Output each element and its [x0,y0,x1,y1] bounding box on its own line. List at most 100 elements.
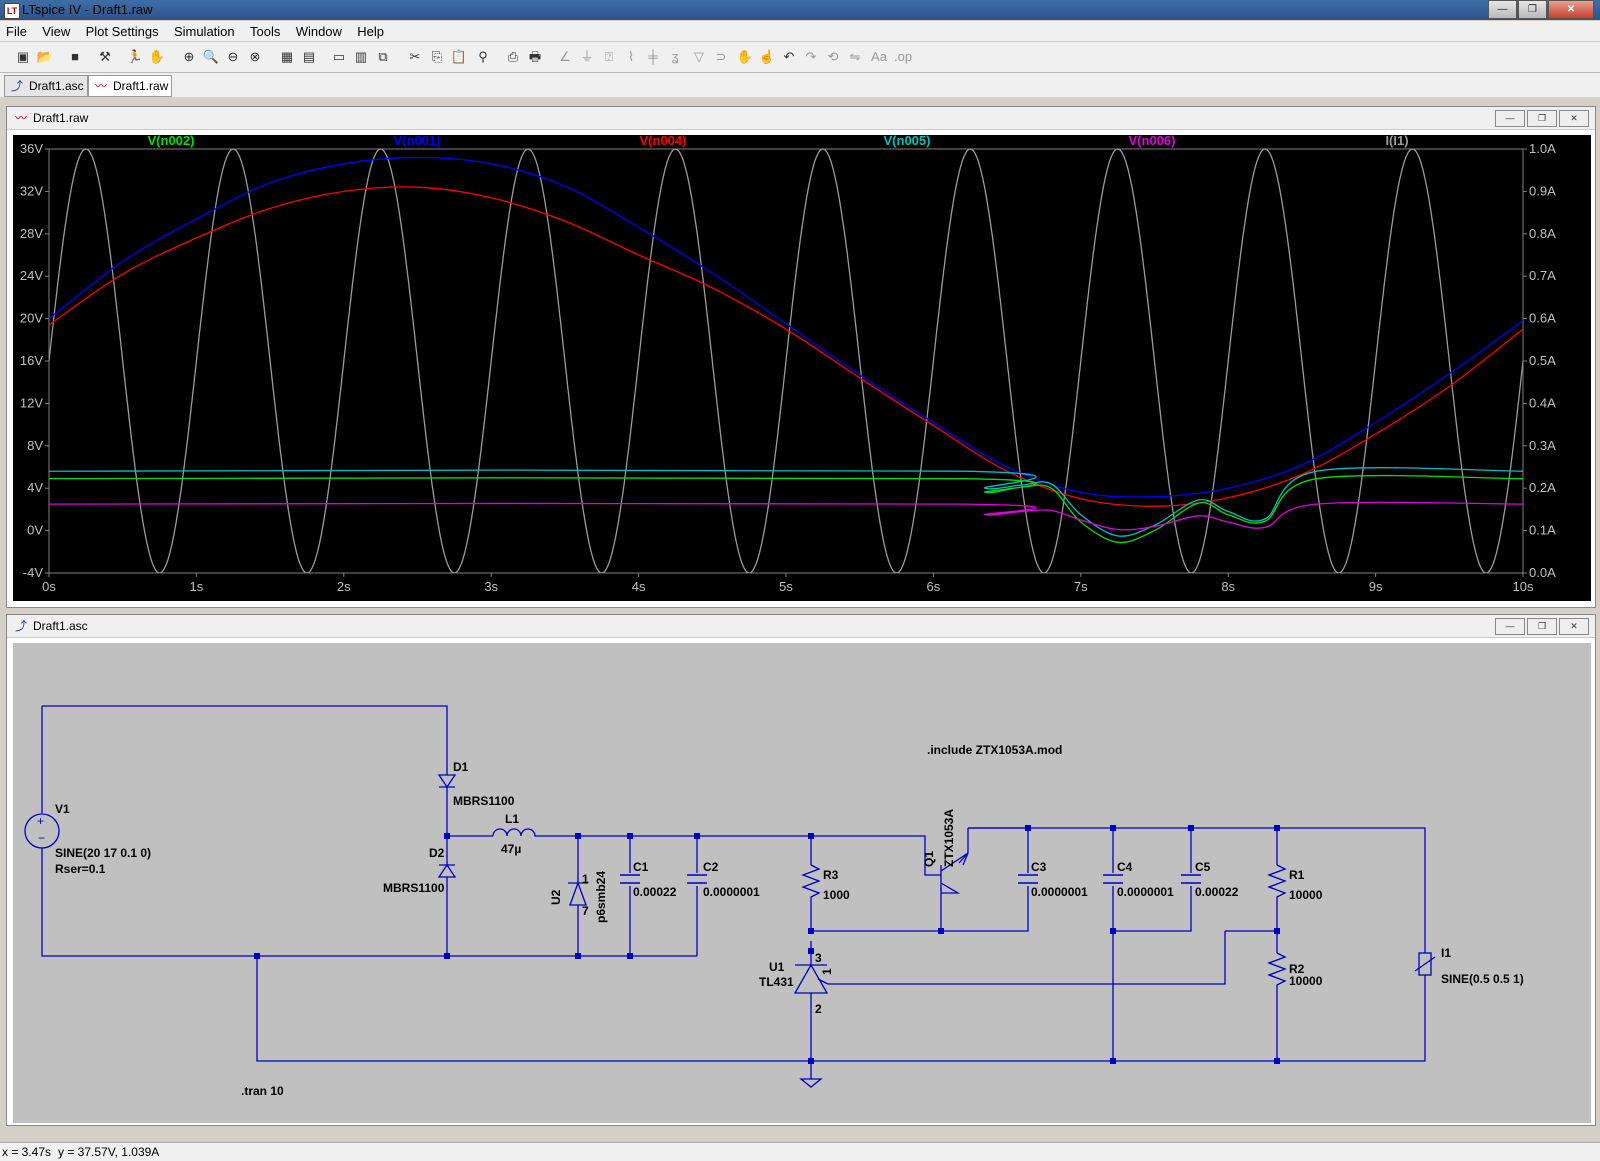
schematic-canvas[interactable]: +− V1 SINE(20 17 0.1 0) Rser=0.1 D1 MBRS… [13,643,1591,1123]
move-icon[interactable]: ✋ [736,48,754,66]
y-left-tick-label: 28V [20,226,43,241]
label-tran-directive[interactable]: .tran 10 [241,1084,284,1098]
close-button[interactable]: ✕ [1548,0,1594,19]
capacitor-c3[interactable] [1018,874,1038,884]
label-c3-value: 0.0000001 [1031,885,1088,899]
drag-icon[interactable]: ☝ [758,48,776,66]
waveform-restore-button[interactable]: ❐ [1527,110,1557,127]
menu-plot-settings[interactable]: Plot Settings [80,21,165,39]
inductor-icon[interactable]: ʓ [666,48,684,66]
component-icon[interactable]: ⊃ [712,48,730,66]
y-left-tick-label: 32V [20,183,43,198]
waveform-icon: 〰 [94,79,107,93]
x-tick-label: 4s [632,579,646,594]
capacitor-c1[interactable] [620,874,640,884]
resistor-r3[interactable] [801,864,821,901]
cut-icon[interactable]: ✂ [406,48,424,66]
tab-draft1-asc[interactable]: ⤴ Draft1.asc [4,75,88,97]
capacitor-c4[interactable] [1103,874,1123,884]
diode-icon[interactable]: ▽ [690,48,708,66]
spice-directive-icon[interactable]: .op [894,48,912,66]
menu-window[interactable]: Window [290,21,348,39]
print-icon[interactable]: 🖶 [526,48,544,66]
title-bar: LT LTspice IV - Draft1.raw — ❐ ✕ [0,0,1600,20]
legend-vn005: V(n005) [884,135,931,148]
label-u2-name: U2 [549,889,563,905]
label-r1-name: R1 [1289,868,1305,882]
resistor-r1[interactable] [1267,864,1287,901]
minimize-button[interactable]: — [1488,0,1517,19]
capacitor-c2[interactable] [687,874,707,884]
save-icon[interactable]: ■ [66,48,84,66]
label-l1-name: L1 [505,812,519,826]
label-i1-value: SINE(0.5 0.5 1) [1441,972,1524,986]
copy-icon[interactable]: ⎘ [428,48,446,66]
schematic-close-button[interactable]: ✕ [1559,618,1589,635]
mirror-icon[interactable]: ⇋ [846,48,864,66]
menu-tools[interactable]: Tools [244,21,286,39]
zoom-area-icon[interactable]: 🔍 [202,48,220,66]
control-panel-icon[interactable]: ⚒ [96,48,114,66]
shunt-regulator-u1[interactable] [793,961,829,994]
wire-icon[interactable]: ∠ [556,48,574,66]
zoom-out-icon[interactable]: ⊖ [224,48,242,66]
current-source-i1[interactable] [1414,952,1436,976]
tile-horizontal-icon[interactable]: ▭ [330,48,348,66]
zoom-in-icon[interactable]: ⊕ [180,48,198,66]
legend-ii1: I(I1) [1385,135,1408,148]
zoom-cancel-icon[interactable]: ⊗ [246,48,264,66]
tile-vertical-icon[interactable]: ▥ [352,48,370,66]
halt-icon[interactable]: ✋ [148,48,166,66]
inductor-l1[interactable] [492,828,537,837]
waveform-plot[interactable]: 36V 32V 28V 24V 20V 16V 12V 8V 4V 0V -4V 1.0A 0.9A 0.… [13,135,1591,601]
ground-icon[interactable]: ⏚ [578,48,596,66]
trace-vn002 [49,474,1523,544]
menu-help[interactable]: Help [351,21,390,39]
label-u1-pin3: 3 [815,951,822,965]
y-right-tick-label: 0.3A [1529,438,1556,453]
find-icon[interactable]: ⚲ [474,48,492,66]
label-v1-name: V1 [55,802,70,816]
open-icon[interactable]: 📂 [36,48,54,66]
label-c1-value: 0.00022 [633,885,677,899]
redo-icon[interactable]: ↷ [802,48,820,66]
new-schematic-icon[interactable]: ▣ [14,48,32,66]
label-icon[interactable]: ⍰ [600,48,618,66]
tab-draft1-raw[interactable]: 〰 Draft1.raw [88,75,172,97]
run-icon[interactable]: 🏃 [126,48,144,66]
window-title: LTspice IV - Draft1.raw [22,2,153,17]
print-setup-icon[interactable]: ⎙ [504,48,522,66]
cursor-x-readout: x = 3.47s [2,1145,52,1159]
ltspice-app-icon[interactable]: LT [4,3,20,19]
capacitor-icon[interactable]: ╪ [644,48,662,66]
y-right-tick-label: 0.8A [1529,226,1556,241]
resistor-r2[interactable] [1267,952,1287,989]
y-right-tick-label: 0.0A [1529,565,1556,580]
cascade-icon[interactable]: ⧉ [374,48,392,66]
waveform-close-button[interactable]: ✕ [1559,110,1589,127]
label-u2-pin7: 7 [582,904,589,918]
voltage-source-v1[interactable]: +− [24,813,60,849]
resistor-icon[interactable]: ⌇ [622,48,640,66]
label-c2-value: 0.0000001 [703,885,760,899]
maximize-button[interactable]: ❐ [1518,0,1547,19]
label-u1-pin1: 1 [820,968,834,975]
rotate-icon[interactable]: ⟲ [824,48,842,66]
label-q1-value: ZTX1053A [942,809,956,867]
schematic-minimize-button[interactable]: — [1495,618,1525,635]
undo-icon[interactable]: ↶ [780,48,798,66]
menu-simulation[interactable]: Simulation [168,21,241,39]
full-view-icon[interactable]: ▤ [300,48,318,66]
text-icon[interactable]: Aa [870,48,888,66]
schematic-restore-button[interactable]: ❐ [1527,618,1557,635]
menu-file[interactable]: File [0,21,33,39]
waveform-minimize-button[interactable]: — [1495,110,1525,127]
label-include-directive[interactable]: .include ZTX1053A.mod [927,743,1062,757]
x-tick-label: 1s [190,579,204,594]
label-v1-value: SINE(20 17 0.1 0) [55,846,151,860]
label-v1-rser: Rser=0.1 [55,862,106,876]
autorange-icon[interactable]: ▦ [278,48,296,66]
menu-view[interactable]: View [36,21,76,39]
capacitor-c5[interactable] [1181,874,1201,884]
paste-icon[interactable]: 📋 [450,48,468,66]
